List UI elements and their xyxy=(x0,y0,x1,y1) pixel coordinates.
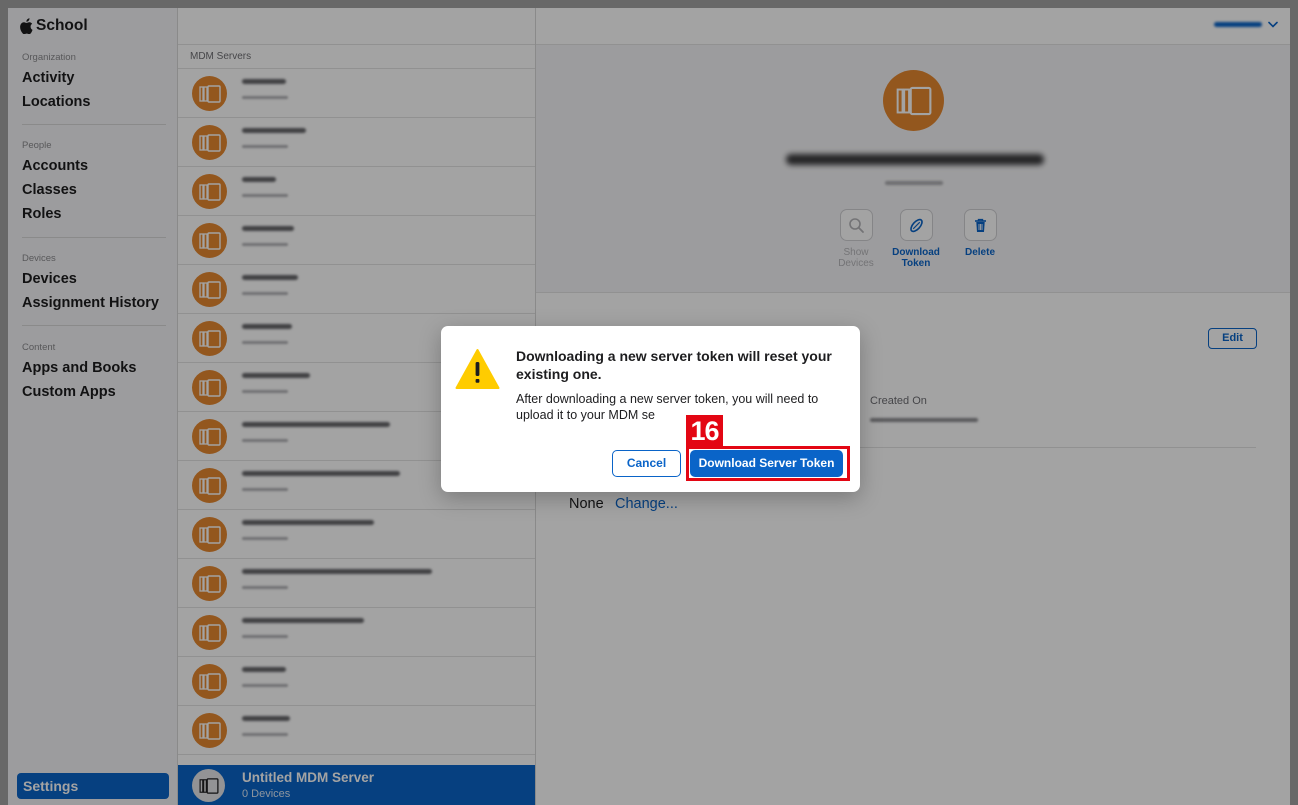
step-highlight-frame xyxy=(686,446,850,481)
cancel-button[interactable]: Cancel xyxy=(612,450,681,477)
warning-icon xyxy=(455,349,500,389)
dialog-message: After downloading a new server token, yo… xyxy=(516,392,819,422)
step-number-badge: 16 xyxy=(686,415,723,447)
dialog-title: Downloading a new server token will rese… xyxy=(516,348,832,382)
